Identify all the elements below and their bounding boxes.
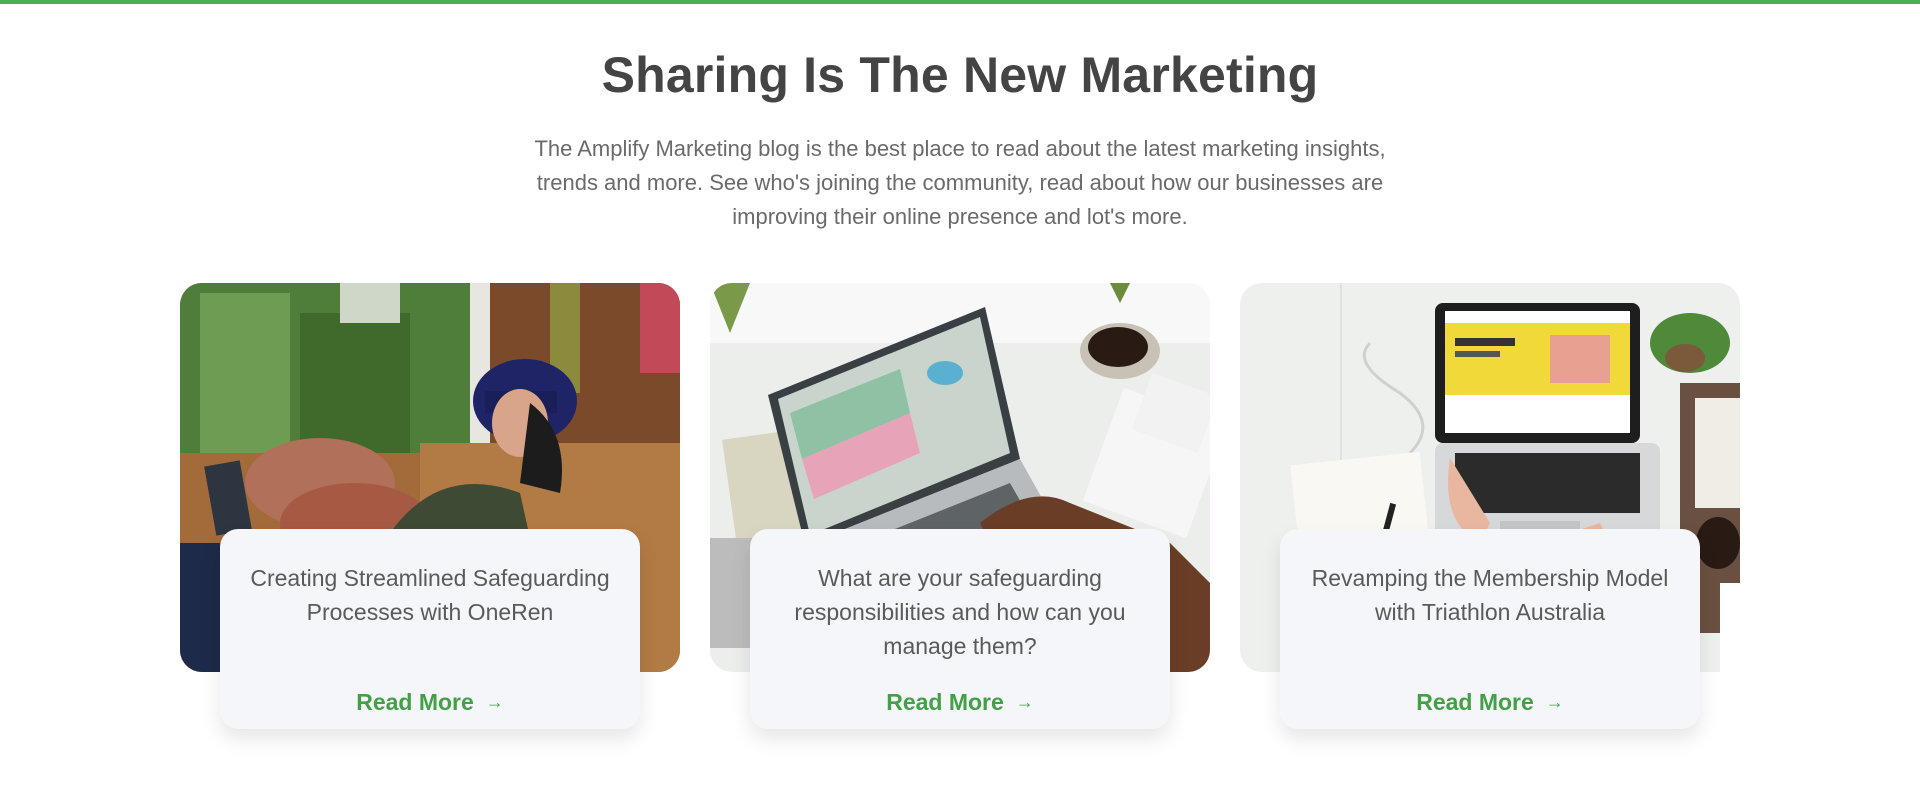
read-more-label: Read More	[1416, 689, 1534, 715]
blog-card-title: Revamping the Membership Model with Tria…	[1311, 565, 1669, 625]
blog-card-panel: What are your safeguarding responsibilit…	[750, 529, 1170, 729]
arrow-right-icon: →	[1015, 692, 1034, 712]
read-more-link[interactable]: Read More →	[220, 689, 640, 715]
blog-card[interactable]: Revamping the Membership Model with Tria…	[1240, 283, 1740, 753]
section-intro: The Amplify Marketing blog is the best p…	[534, 136, 1386, 229]
read-more-link[interactable]: Read More →	[750, 689, 1170, 715]
arrow-right-icon: →	[1545, 692, 1564, 712]
blog-card-title: Creating Streamlined Safeguarding Proces…	[250, 565, 610, 625]
read-more-label: Read More	[356, 689, 474, 715]
blog-card-title: What are your safeguarding responsibilit…	[794, 565, 1126, 659]
arrow-right-icon: →	[485, 692, 504, 712]
read-more-link[interactable]: Read More →	[1280, 689, 1700, 715]
blog-card[interactable]: What are your safeguarding responsibilit…	[710, 283, 1210, 753]
read-more-label: Read More	[886, 689, 1004, 715]
blog-card-panel: Revamping the Membership Model with Tria…	[1280, 529, 1700, 729]
section-title: Sharing Is The New Marketing	[601, 47, 1319, 103]
top-accent-bar	[0, 0, 1920, 4]
blog-card-panel: Creating Streamlined Safeguarding Proces…	[220, 529, 640, 729]
blog-card[interactable]: Creating Streamlined Safeguarding Proces…	[180, 283, 680, 753]
